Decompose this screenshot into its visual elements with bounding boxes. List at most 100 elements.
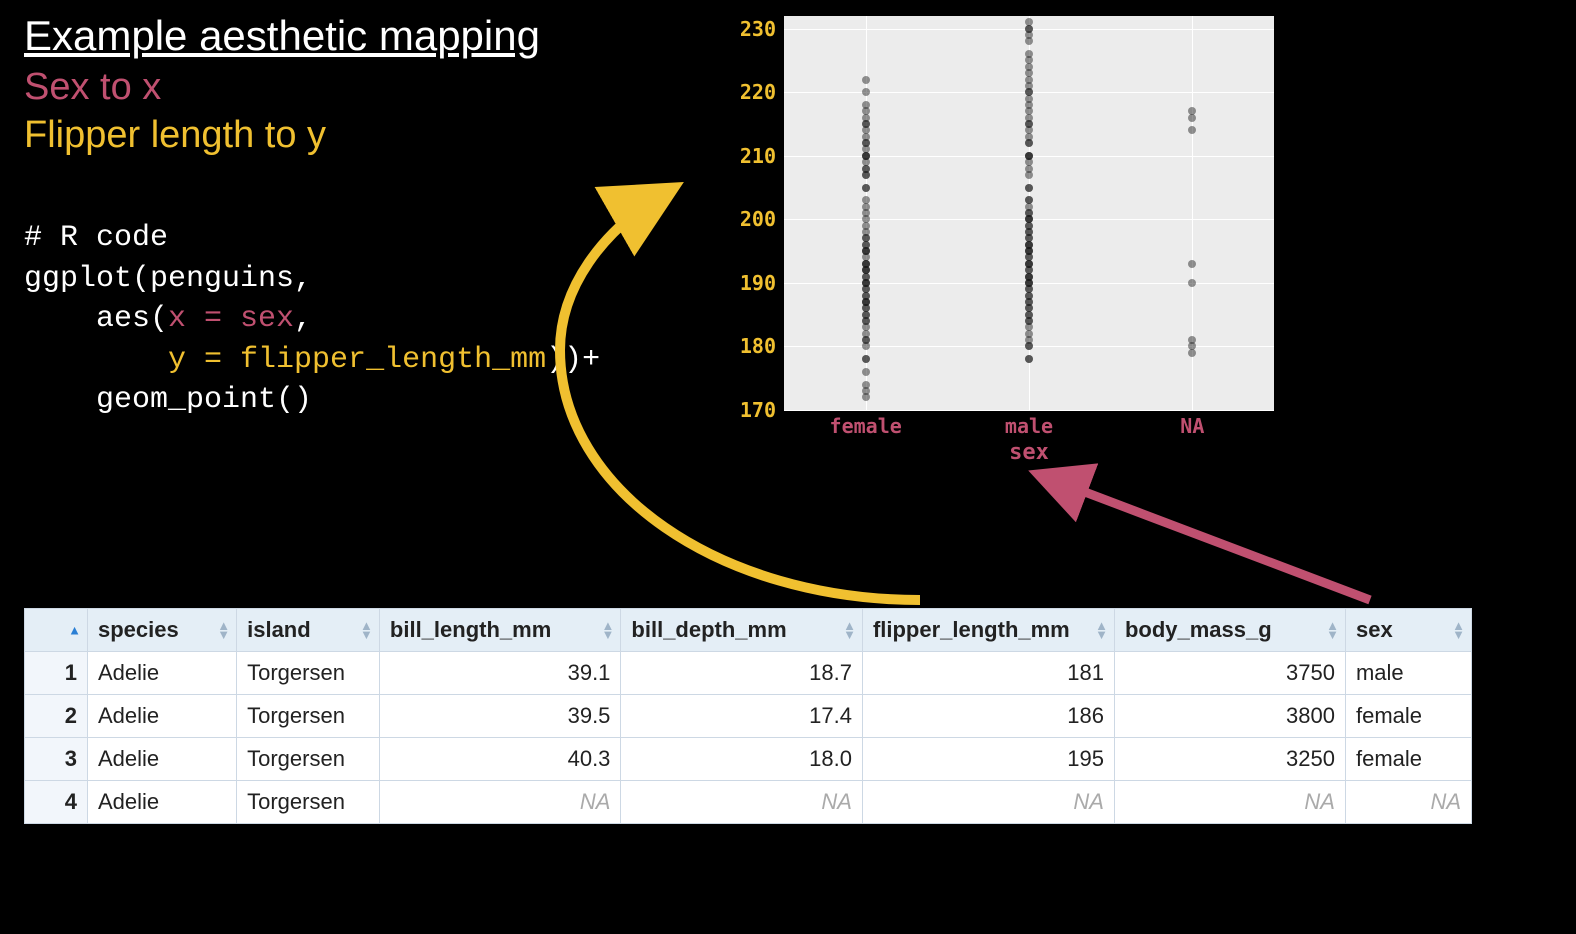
ytick-label: 170 <box>740 398 776 422</box>
data-point <box>862 88 870 96</box>
code-line-4c: ))+ <box>546 343 600 377</box>
cell-species: Adelie <box>88 652 237 695</box>
cell-flipper: NA <box>862 781 1114 824</box>
data-point <box>862 76 870 84</box>
data-point <box>1188 107 1196 115</box>
sort-icon: ▲▼ <box>843 621 856 639</box>
cell-island: Torgersen <box>237 652 380 695</box>
cell-mass: 3250 <box>1114 738 1345 781</box>
cell-sex: female <box>1345 738 1471 781</box>
data-point <box>1025 184 1033 192</box>
data-point <box>862 196 870 204</box>
cell-island: Torgersen <box>237 781 380 824</box>
col-label: species <box>98 617 179 642</box>
row-index: 1 <box>25 652 88 695</box>
data-point <box>862 355 870 363</box>
cell-bill-depth: 18.0 <box>621 738 863 781</box>
cell-flipper: 181 <box>862 652 1114 695</box>
subtitle-flipper-y: Flipper length to y <box>24 114 326 157</box>
ytick-label: 210 <box>740 144 776 168</box>
table-row: 1AdelieTorgersen39.118.71813750male <box>25 652 1472 695</box>
sort-icon: ▲▼ <box>1326 621 1339 639</box>
plot-panel <box>784 16 1274 410</box>
cell-species: Adelie <box>88 738 237 781</box>
pink-arrow-icon <box>1020 460 1380 610</box>
sort-icon: ▲ <box>68 625 81 634</box>
code-aes-x: x = sex <box>168 302 294 336</box>
data-point <box>1025 355 1033 363</box>
row-index: 3 <box>25 738 88 781</box>
code-line-2: ggplot(penguins, <box>24 262 312 296</box>
plot-yticks: 170180190200210220230 <box>732 10 780 410</box>
code-aes-y: y = flipper_length_mm <box>168 343 546 377</box>
sort-icon: ▲▼ <box>1452 621 1465 639</box>
data-point <box>862 368 870 376</box>
cell-mass: 3800 <box>1114 695 1345 738</box>
data-point <box>1025 152 1033 160</box>
col-header-flipper[interactable]: flipper_length_mm ▲▼ <box>862 609 1114 652</box>
code-line-3a: aes( <box>24 302 168 336</box>
subtitle-sex-x: Sex to x <box>24 66 161 109</box>
col-label: body_mass_g <box>1125 617 1272 642</box>
ytick-label: 230 <box>740 17 776 41</box>
col-label: island <box>247 617 311 642</box>
data-point <box>862 184 870 192</box>
cell-species: Adelie <box>88 781 237 824</box>
sort-icon: ▲▼ <box>602 621 615 639</box>
row-index: 4 <box>25 781 88 824</box>
sort-icon: ▲▼ <box>360 621 373 639</box>
data-point <box>1188 126 1196 134</box>
col-label: flipper_length_mm <box>873 617 1070 642</box>
ytick-label: 200 <box>740 207 776 231</box>
cell-sex: female <box>1345 695 1471 738</box>
data-table: ▲ species ▲▼ island ▲▼ bill_length_mm▲▼ bi… <box>24 608 1472 824</box>
cell-sex: male <box>1345 652 1471 695</box>
cell-mass: 3750 <box>1114 652 1345 695</box>
scatter-plot: flipper_length_mm 170180190200210220230 … <box>680 10 1280 440</box>
table-row: 3AdelieTorgersen40.318.01953250female <box>25 738 1472 781</box>
col-header-sex[interactable]: sex ▲▼ <box>1345 609 1471 652</box>
slide-title: Example aesthetic mapping <box>24 12 540 60</box>
cell-bill-length: 39.1 <box>379 652 621 695</box>
code-line-5: geom_point() <box>24 383 312 417</box>
data-point <box>862 381 870 389</box>
xtick-label: female <box>830 414 902 438</box>
col-header-bill-length[interactable]: bill_length_mm▲▼ <box>379 609 621 652</box>
data-point <box>862 101 870 109</box>
cell-mass: NA <box>1114 781 1345 824</box>
plot-xlabel: sex <box>784 440 1274 465</box>
col-header-index[interactable]: ▲ <box>25 609 88 652</box>
col-label: bill_depth_mm <box>631 617 786 642</box>
ytick-label: 180 <box>740 334 776 358</box>
col-header-mass[interactable]: body_mass_g ▲▼ <box>1114 609 1345 652</box>
cell-bill-depth: 18.7 <box>621 652 863 695</box>
cell-island: Torgersen <box>237 738 380 781</box>
data-point <box>1188 260 1196 268</box>
cell-bill-length: 40.3 <box>379 738 621 781</box>
cell-island: Torgersen <box>237 695 380 738</box>
data-point <box>1025 18 1033 26</box>
code-line-1: # R code <box>24 221 168 255</box>
col-header-island[interactable]: island ▲▼ <box>237 609 380 652</box>
col-label: sex <box>1356 617 1393 642</box>
ytick-label: 220 <box>740 80 776 104</box>
table-row: 2AdelieTorgersen39.517.41863800female <box>25 695 1472 738</box>
plot-xticks: female male NA <box>784 414 1274 440</box>
xtick-label: male <box>1005 414 1053 438</box>
col-header-bill-depth[interactable]: bill_depth_mm ▲▼ <box>621 609 863 652</box>
xtick-label: NA <box>1180 414 1204 438</box>
gridline-h <box>784 410 1274 411</box>
table-row: 4AdelieTorgersenNANANANANA <box>25 781 1472 824</box>
cell-flipper: 186 <box>862 695 1114 738</box>
cell-sex: NA <box>1345 781 1471 824</box>
sort-icon: ▲▼ <box>1095 621 1108 639</box>
code-line-3c: , <box>294 302 312 336</box>
sort-icon: ▲▼ <box>217 621 230 639</box>
col-header-species[interactable]: species ▲▼ <box>88 609 237 652</box>
cell-bill-length: NA <box>379 781 621 824</box>
r-code-block: # R code ggplot(penguins, aes(x = sex, y… <box>24 218 600 421</box>
data-point <box>1188 279 1196 287</box>
cell-species: Adelie <box>88 695 237 738</box>
data-point <box>1188 336 1196 344</box>
cell-bill-depth: NA <box>621 781 863 824</box>
